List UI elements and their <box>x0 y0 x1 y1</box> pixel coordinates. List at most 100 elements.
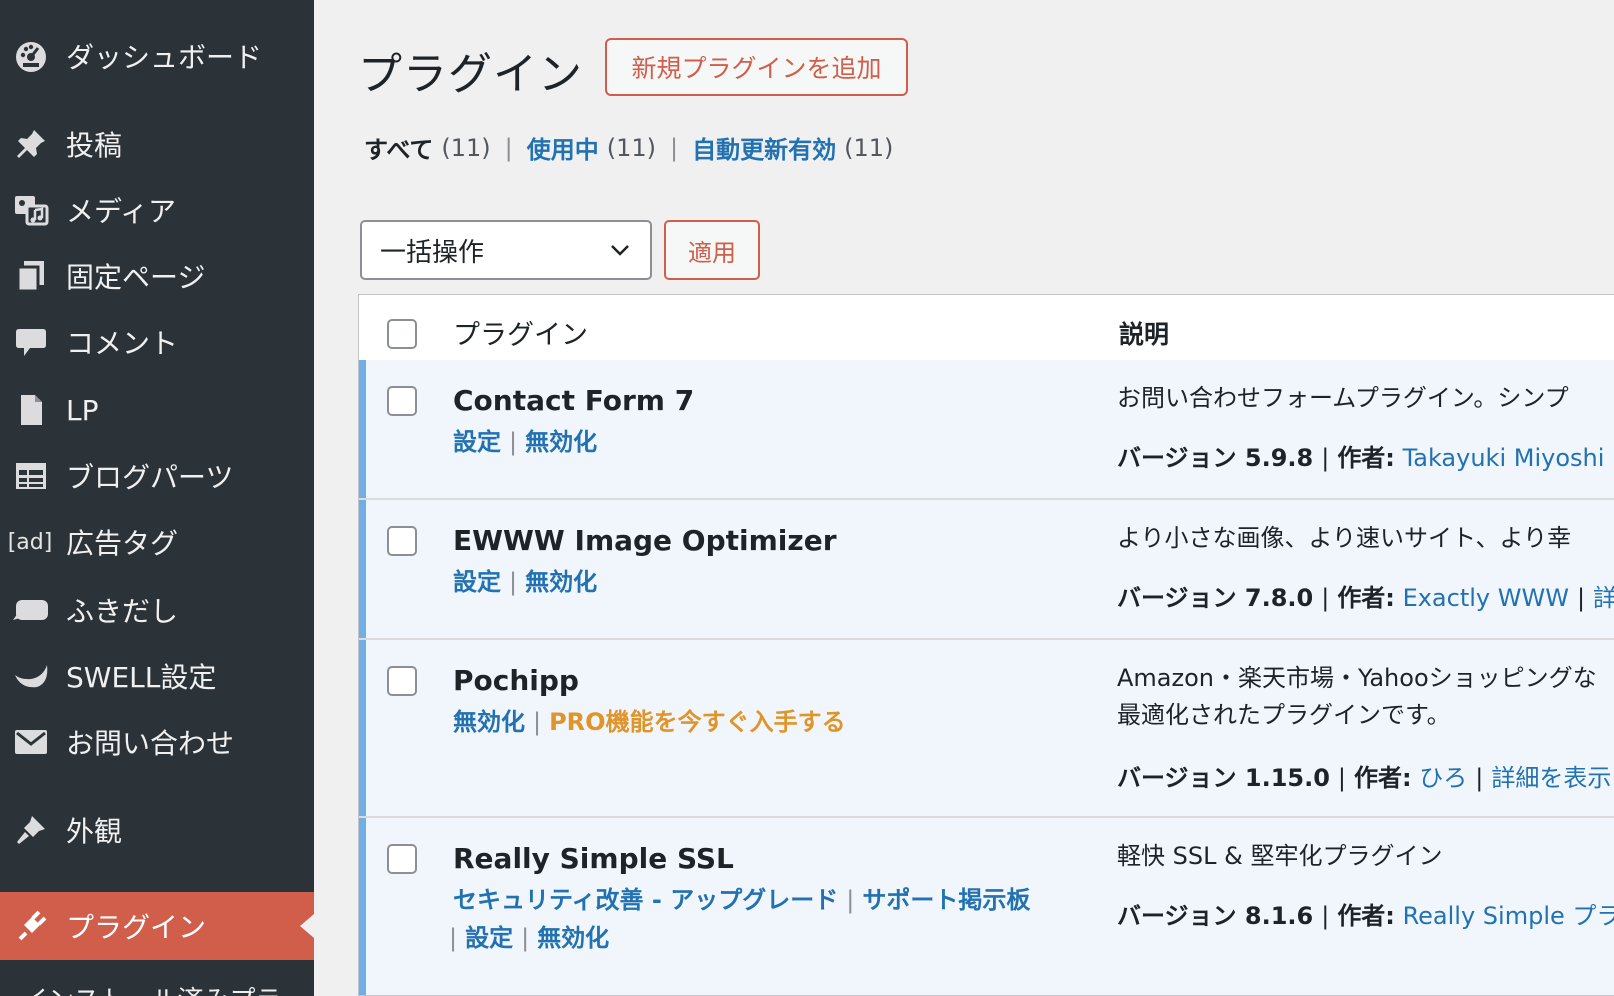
plugin-status-filters: すべて (11) | 使用中 (11) | 自動更新有効 (11) <box>364 130 893 165</box>
filter-active[interactable]: 使用中 <box>527 130 599 165</box>
sidebar-item-label: コメント <box>66 327 179 360</box>
plugin-actions: 無効化 | PRO機能を今すぐ入手する <box>453 708 846 736</box>
filter-all-count: (11) <box>441 133 491 162</box>
deactivate-link[interactable]: 無効化 <box>453 708 525 736</box>
comment-icon <box>12 323 50 361</box>
settings-link[interactable]: 設定 <box>453 428 501 456</box>
table-icon <box>12 457 50 495</box>
sidebar-item-media[interactable]: メディア <box>0 176 314 244</box>
sidebar-item-label: LP <box>66 393 99 427</box>
sidebar-item-lp[interactable]: LP <box>0 376 314 444</box>
sidebar-item-label: ダッシュボード <box>66 41 263 74</box>
sidebar-item-comments[interactable]: コメント <box>0 308 314 376</box>
table-row: EWWW Image Optimizer 設定 | 無効化 より小さな画像、より速い… <box>359 500 1614 640</box>
deactivate-link[interactable]: 無効化 <box>537 924 609 952</box>
author-label: 作者: <box>1354 764 1412 792</box>
author-link[interactable]: Exactly WWW <box>1403 584 1569 612</box>
pages-icon <box>12 257 50 295</box>
balloon-icon <box>12 591 50 629</box>
sidebar-item-adtag[interactable]: [ad] 広告タグ <box>0 508 314 576</box>
sidebar-item-label: 固定ページ <box>66 261 206 294</box>
sidebar-item-label: ブログパーツ <box>66 461 234 494</box>
sidebar-item-label: SWELL設定 <box>66 661 217 694</box>
filter-all[interactable]: すべて <box>364 130 433 165</box>
deactivate-link[interactable]: 無効化 <box>525 428 597 456</box>
sidebar-item-appearance[interactable]: 外観 <box>0 796 314 864</box>
plugin-actions: セキュリティ改善 - アップグレード | サポート掲示板 <box>453 886 1031 914</box>
table-row: Contact Form 7 設定 | 無効化 お問い合わせフォームプラグイン。シン… <box>359 360 1614 500</box>
author-label: 作者: <box>1337 902 1395 930</box>
author-link[interactable]: Really Simple プラ <box>1403 902 1614 930</box>
plugin-actions-line2: | 設定 | 無効化 <box>449 924 610 952</box>
filter-separator: | <box>504 133 513 162</box>
sidebar-item-label: お問い合わせ <box>66 727 235 760</box>
details-link[interactable]: 詳細を表示 <box>1491 764 1611 792</box>
add-new-plugin-button[interactable]: 新規プラグインを追加 <box>605 38 908 96</box>
author-label: 作者: <box>1337 584 1395 612</box>
row-checkbox[interactable] <box>387 386 417 416</box>
media-icon <box>12 191 50 229</box>
bulk-action-select[interactable]: 一括操作 <box>360 220 652 280</box>
sidebar-item-dashboard[interactable]: ダッシュボード <box>0 22 314 90</box>
row-checkbox[interactable] <box>387 666 417 696</box>
sidebar-item-balloon[interactable]: ふきだし <box>0 576 314 644</box>
sidebar-item-blogparts[interactable]: ブログパーツ <box>0 442 314 510</box>
sidebar-item-label: メディア <box>66 195 177 228</box>
plugin-description: お問い合わせフォームプラグイン。シンプ <box>1117 384 1569 412</box>
plugin-description: Amazon・楽天市場・Yahooショッピングな <box>1117 664 1597 692</box>
row-checkbox[interactable] <box>387 526 417 556</box>
details-link[interactable]: 詳 <box>1593 584 1614 612</box>
settings-link[interactable]: 設定 <box>465 924 513 952</box>
document-icon <box>12 391 50 429</box>
support-forum-link[interactable]: サポート掲示板 <box>862 886 1030 914</box>
deactivate-link[interactable]: 無効化 <box>525 568 597 596</box>
select-all-checkbox[interactable] <box>387 319 417 349</box>
plugin-description: 軽快 SSL & 堅牢化プラグイン <box>1117 842 1443 870</box>
get-pro-link[interactable]: PRO機能を今すぐ入手する <box>549 708 845 736</box>
author-link[interactable]: ひろ <box>1419 764 1467 792</box>
chevron-down-icon <box>608 238 632 269</box>
sidebar-item-pages[interactable]: 固定ページ <box>0 242 314 310</box>
admin-sidebar: ダッシュボード 投稿 メディア 固定ページ コメント LP ブログパーツ [ad… <box>0 0 314 996</box>
sidebar-item-plugins[interactable]: プラグイン <box>0 892 314 960</box>
filter-active-count: (11) <box>606 133 656 162</box>
ad-icon: [ad] <box>7 529 53 555</box>
plugin-version: バージョン 7.8.0 <box>1117 584 1314 612</box>
plugin-name: Really Simple SSL <box>453 842 734 875</box>
filter-autoupdate-count: (11) <box>844 133 894 162</box>
page-title: プラグイン <box>358 49 583 100</box>
plugin-version: バージョン 8.1.6 <box>1117 902 1314 930</box>
table-row: Really Simple SSL セキュリティ改善 - アップグレード | サポー… <box>359 818 1614 995</box>
plugin-name: Pochipp <box>453 664 579 697</box>
plugins-table: プラグイン 説明 Contact Form 7 設定 | 無効化 お問い合わせフォー… <box>358 294 1614 996</box>
settings-link[interactable]: 設定 <box>453 568 501 596</box>
plugin-meta: バージョン 1.15.0 | 作者: ひろ | 詳細を表示 <box>1117 764 1612 792</box>
upgrade-link[interactable]: セキュリティ改善 - アップグレード <box>453 886 838 914</box>
column-header-description: 説明 <box>1119 320 1170 349</box>
sidebar-item-label: 外観 <box>66 815 123 848</box>
plugin-actions: 設定 | 無効化 <box>453 568 598 596</box>
column-header-plugin: プラグイン <box>453 320 588 351</box>
apply-button[interactable]: 適用 <box>664 220 760 280</box>
row-checkbox[interactable] <box>387 844 417 874</box>
plugin-actions: 設定 | 無効化 <box>453 428 598 456</box>
plugin-meta: バージョン 8.1.6 | 作者: Really Simple プラ <box>1117 896 1614 931</box>
swell-icon <box>12 657 50 695</box>
pin-icon <box>12 125 50 163</box>
author-link[interactable]: Takayuki Miyoshi <box>1403 444 1605 472</box>
plugin-meta: バージョン 5.9.8 | 作者: Takayuki Miyoshi <box>1117 444 1605 472</box>
plugin-description: より小さな画像、より速いサイト、より幸 <box>1117 524 1572 552</box>
plugin-description-line2: 最適化されたプラグインです。 <box>1117 701 1451 729</box>
sidebar-item-label: ふきだし <box>66 595 179 628</box>
plugin-version: バージョン 1.15.0 <box>1117 764 1330 792</box>
submenu-installed-plugins[interactable]: インストール済みプラ <box>22 980 312 996</box>
plugin-meta: バージョン 7.8.0|作者: Exactly WWW|詳 <box>1117 578 1614 613</box>
bulk-action-value: 一括操作 <box>380 237 485 268</box>
plugin-icon <box>12 907 50 945</box>
filter-separator: | <box>670 133 679 162</box>
filter-autoupdate[interactable]: 自動更新有効 <box>692 130 836 165</box>
sidebar-item-contact[interactable]: お問い合わせ <box>0 708 314 776</box>
sidebar-item-swell-settings[interactable]: SWELL設定 <box>0 642 314 710</box>
sidebar-item-posts[interactable]: 投稿 <box>0 110 314 178</box>
dashboard-icon <box>12 37 50 75</box>
